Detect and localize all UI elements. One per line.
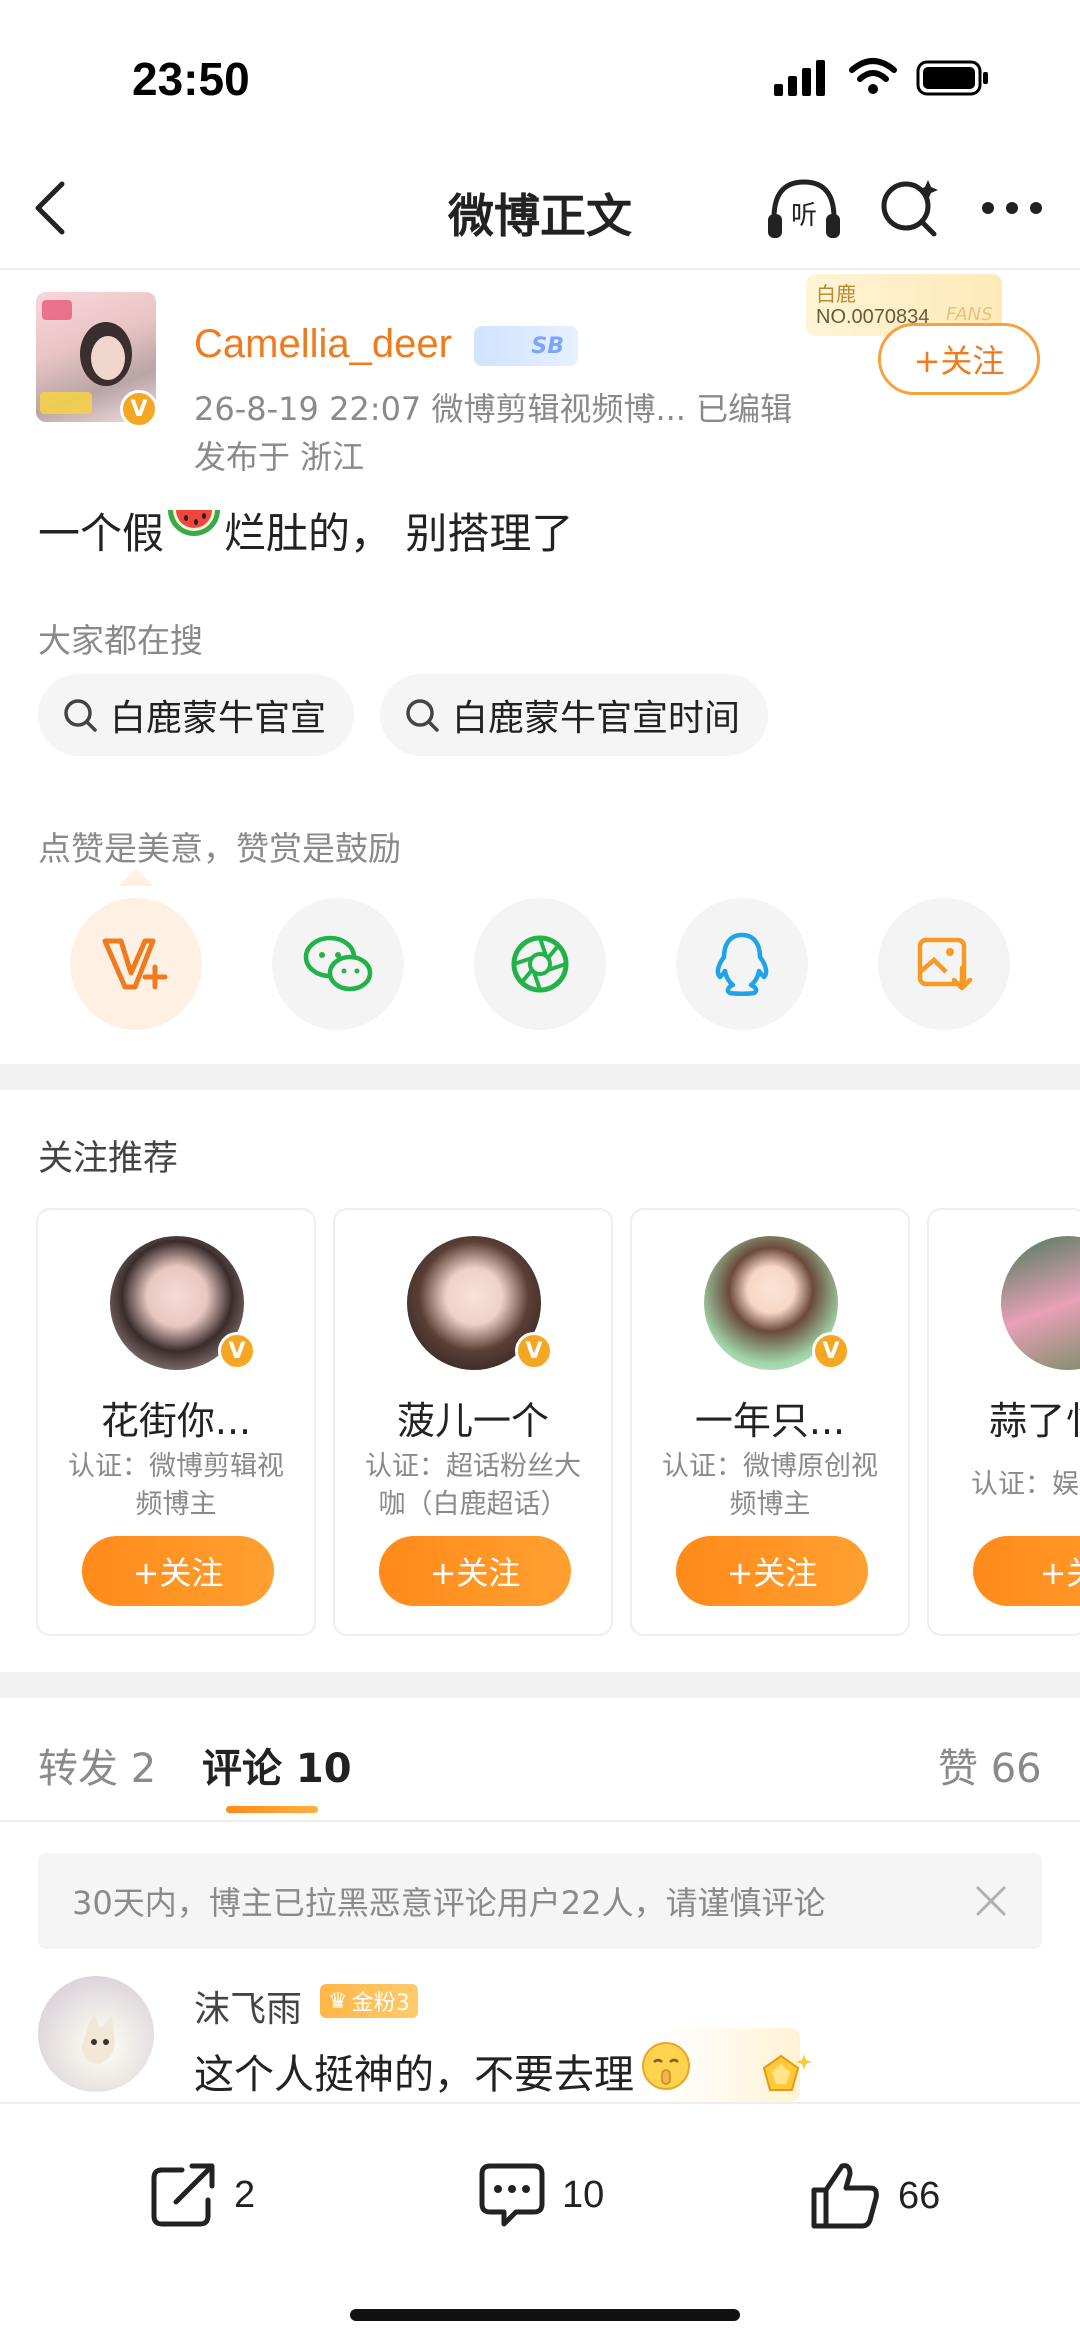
comment-text: 这个人挺神的，不要去理 (194, 2040, 692, 2102)
rec-name: 一年只... (694, 1399, 846, 1443)
verified-badge-icon: V (218, 1332, 256, 1370)
rec-desc: 认证：娱 (971, 1469, 1079, 1500)
rec-desc: 认证：微博原创视频博主 (662, 1451, 878, 1520)
recommend-title: 关注推荐 (38, 1139, 179, 1179)
search-chip-1[interactable]: 白鹿蒙牛官宣 (38, 674, 355, 756)
user-level-badge: SB (474, 326, 578, 366)
rec-name: 蒜了忄 (989, 1399, 1080, 1443)
search-chip-label: 白鹿蒙牛官宣 (110, 698, 327, 739)
search-chip-2[interactable]: 白鹿蒙牛官宣时间 (380, 674, 769, 756)
rec-follow-button[interactable]: +关注 (379, 1536, 571, 1606)
rec-card[interactable]: V 花街你... 认证：微博剪辑视频博主 +关注 (36, 1208, 316, 1636)
svg-text:听: 听 (791, 201, 817, 231)
battery-icon (916, 60, 990, 100)
wifi-icon (848, 56, 898, 100)
like-count: 66 (898, 2174, 941, 2217)
rec-card[interactable]: 蒜了忄 认证：娱 +关 (927, 1208, 1080, 1636)
tab-active-indicator (226, 1806, 318, 1813)
rec-follow-button[interactable]: +关注 (82, 1536, 274, 1606)
rec-follow-button[interactable]: +关 (973, 1536, 1080, 1606)
avatar[interactable] (38, 1976, 154, 2092)
wechat-icon (303, 935, 373, 992)
share-wechat-button[interactable] (272, 898, 404, 1030)
follow-button[interactable]: +关注 (878, 323, 1040, 395)
shush-emoji-icon (640, 2040, 692, 2102)
reward-v-icon (102, 938, 168, 990)
home-indicator (350, 2309, 740, 2321)
share-moments-button[interactable] (474, 898, 606, 1030)
rec-card[interactable]: V 菠儿一个 认证：超话粉丝大咖（白鹿超话）微.. +关注 (333, 1208, 613, 1636)
search-chip-icon (64, 699, 97, 732)
post-username[interactable]: Camellia_deer (194, 322, 452, 367)
search-chip-icon (406, 699, 439, 732)
comment-text-content: 这个人挺神的，不要去理 (194, 2052, 634, 2098)
moments-icon (511, 935, 569, 993)
gold-fan-badge: ♛ 金粉3 (320, 1984, 418, 2018)
gold-medal-icon (748, 2050, 814, 2106)
save-image-button[interactable] (878, 898, 1010, 1030)
repost-count: 2 (234, 2173, 256, 2216)
post-location: 发布于 浙江 (194, 438, 365, 476)
rec-desc: 认证：超话粉丝大咖（白鹿超话）微.. (365, 1451, 581, 1520)
listen-icon[interactable]: 听 (764, 174, 844, 248)
bottom-action-bar: 2 10 66 (0, 2102, 1080, 2341)
section-divider (0, 1064, 1080, 1090)
notice-text: 30天内，博主已拉黑恶意评论用户22人，请谨慎评论 (72, 1884, 826, 1922)
reward-label: 点赞是美意，赞赏是鼓励 (38, 829, 401, 868)
rec-name: 花街你... (100, 1399, 252, 1443)
reward-button[interactable] (70, 898, 202, 1030)
hot-search-label: 大家都在搜 (38, 621, 203, 660)
avatar[interactable] (1001, 1236, 1080, 1370)
search-icon[interactable] (876, 174, 942, 244)
rec-follow-button[interactable]: +关注 (676, 1536, 868, 1606)
share-qq-button[interactable] (676, 898, 808, 1030)
comment-action[interactable]: 10 (476, 2160, 604, 2230)
qq-icon (715, 932, 769, 996)
comment-icon (479, 2163, 545, 2227)
rec-name: 菠儿一个 (396, 1399, 549, 1443)
signal-icon (774, 58, 830, 102)
verified-badge-icon: V (812, 1332, 850, 1370)
thumb-up-icon (811, 2163, 879, 2229)
tab-comment[interactable]: 评论 10 (202, 1736, 352, 1794)
verified-badge-icon: V (120, 390, 158, 428)
rec-card[interactable]: V 一年只... 认证：微博原创视频博主 +关注 (630, 1208, 910, 1636)
repost-icon (151, 2163, 215, 2227)
post-text-after: 烂肚的， 别搭理了 (224, 509, 574, 558)
fan-card-tag: FANS (946, 304, 993, 325)
section-divider (0, 1672, 1080, 1698)
watermelon-icon (166, 504, 222, 558)
tab-repost[interactable]: 转发 2 (38, 1736, 156, 1794)
more-icon[interactable] (980, 200, 1044, 220)
crown-icon: ♛ (328, 1988, 348, 2014)
gold-fan-label: 金粉3 (351, 1991, 410, 2016)
repost-action[interactable]: 2 (148, 2160, 255, 2230)
tab-divider (0, 1820, 1080, 1822)
rec-desc: 认证：微博剪辑视频博主 (68, 1451, 284, 1520)
verified-badge-icon: V (515, 1332, 553, 1370)
comment-count: 10 (562, 2173, 605, 2216)
post-meta: 26-8-19 22:07 微博剪辑视频博... 已编辑 (194, 390, 793, 428)
comment-username[interactable]: 沫飞雨 (194, 1980, 302, 2032)
nav-divider (0, 268, 1080, 270)
comment-notice: 30天内，博主已拉黑恶意评论用户22人，请谨慎评论 (38, 1853, 1042, 1949)
tab-like[interactable]: 赞 66 (938, 1736, 1042, 1794)
search-chip-label: 白鹿蒙牛官宣时间 (452, 698, 741, 739)
post-text-before: 一个假 (38, 509, 165, 558)
like-action[interactable]: 66 (808, 2160, 940, 2232)
status-time: 23:50 (132, 53, 250, 105)
close-icon[interactable] (974, 1884, 1008, 1922)
reward-pointer (118, 868, 154, 886)
save-image-icon (917, 937, 973, 991)
fan-card-name: 白鹿 (816, 282, 856, 306)
post-text: 一个假 烂肚的， 别搭理了 (38, 500, 573, 561)
